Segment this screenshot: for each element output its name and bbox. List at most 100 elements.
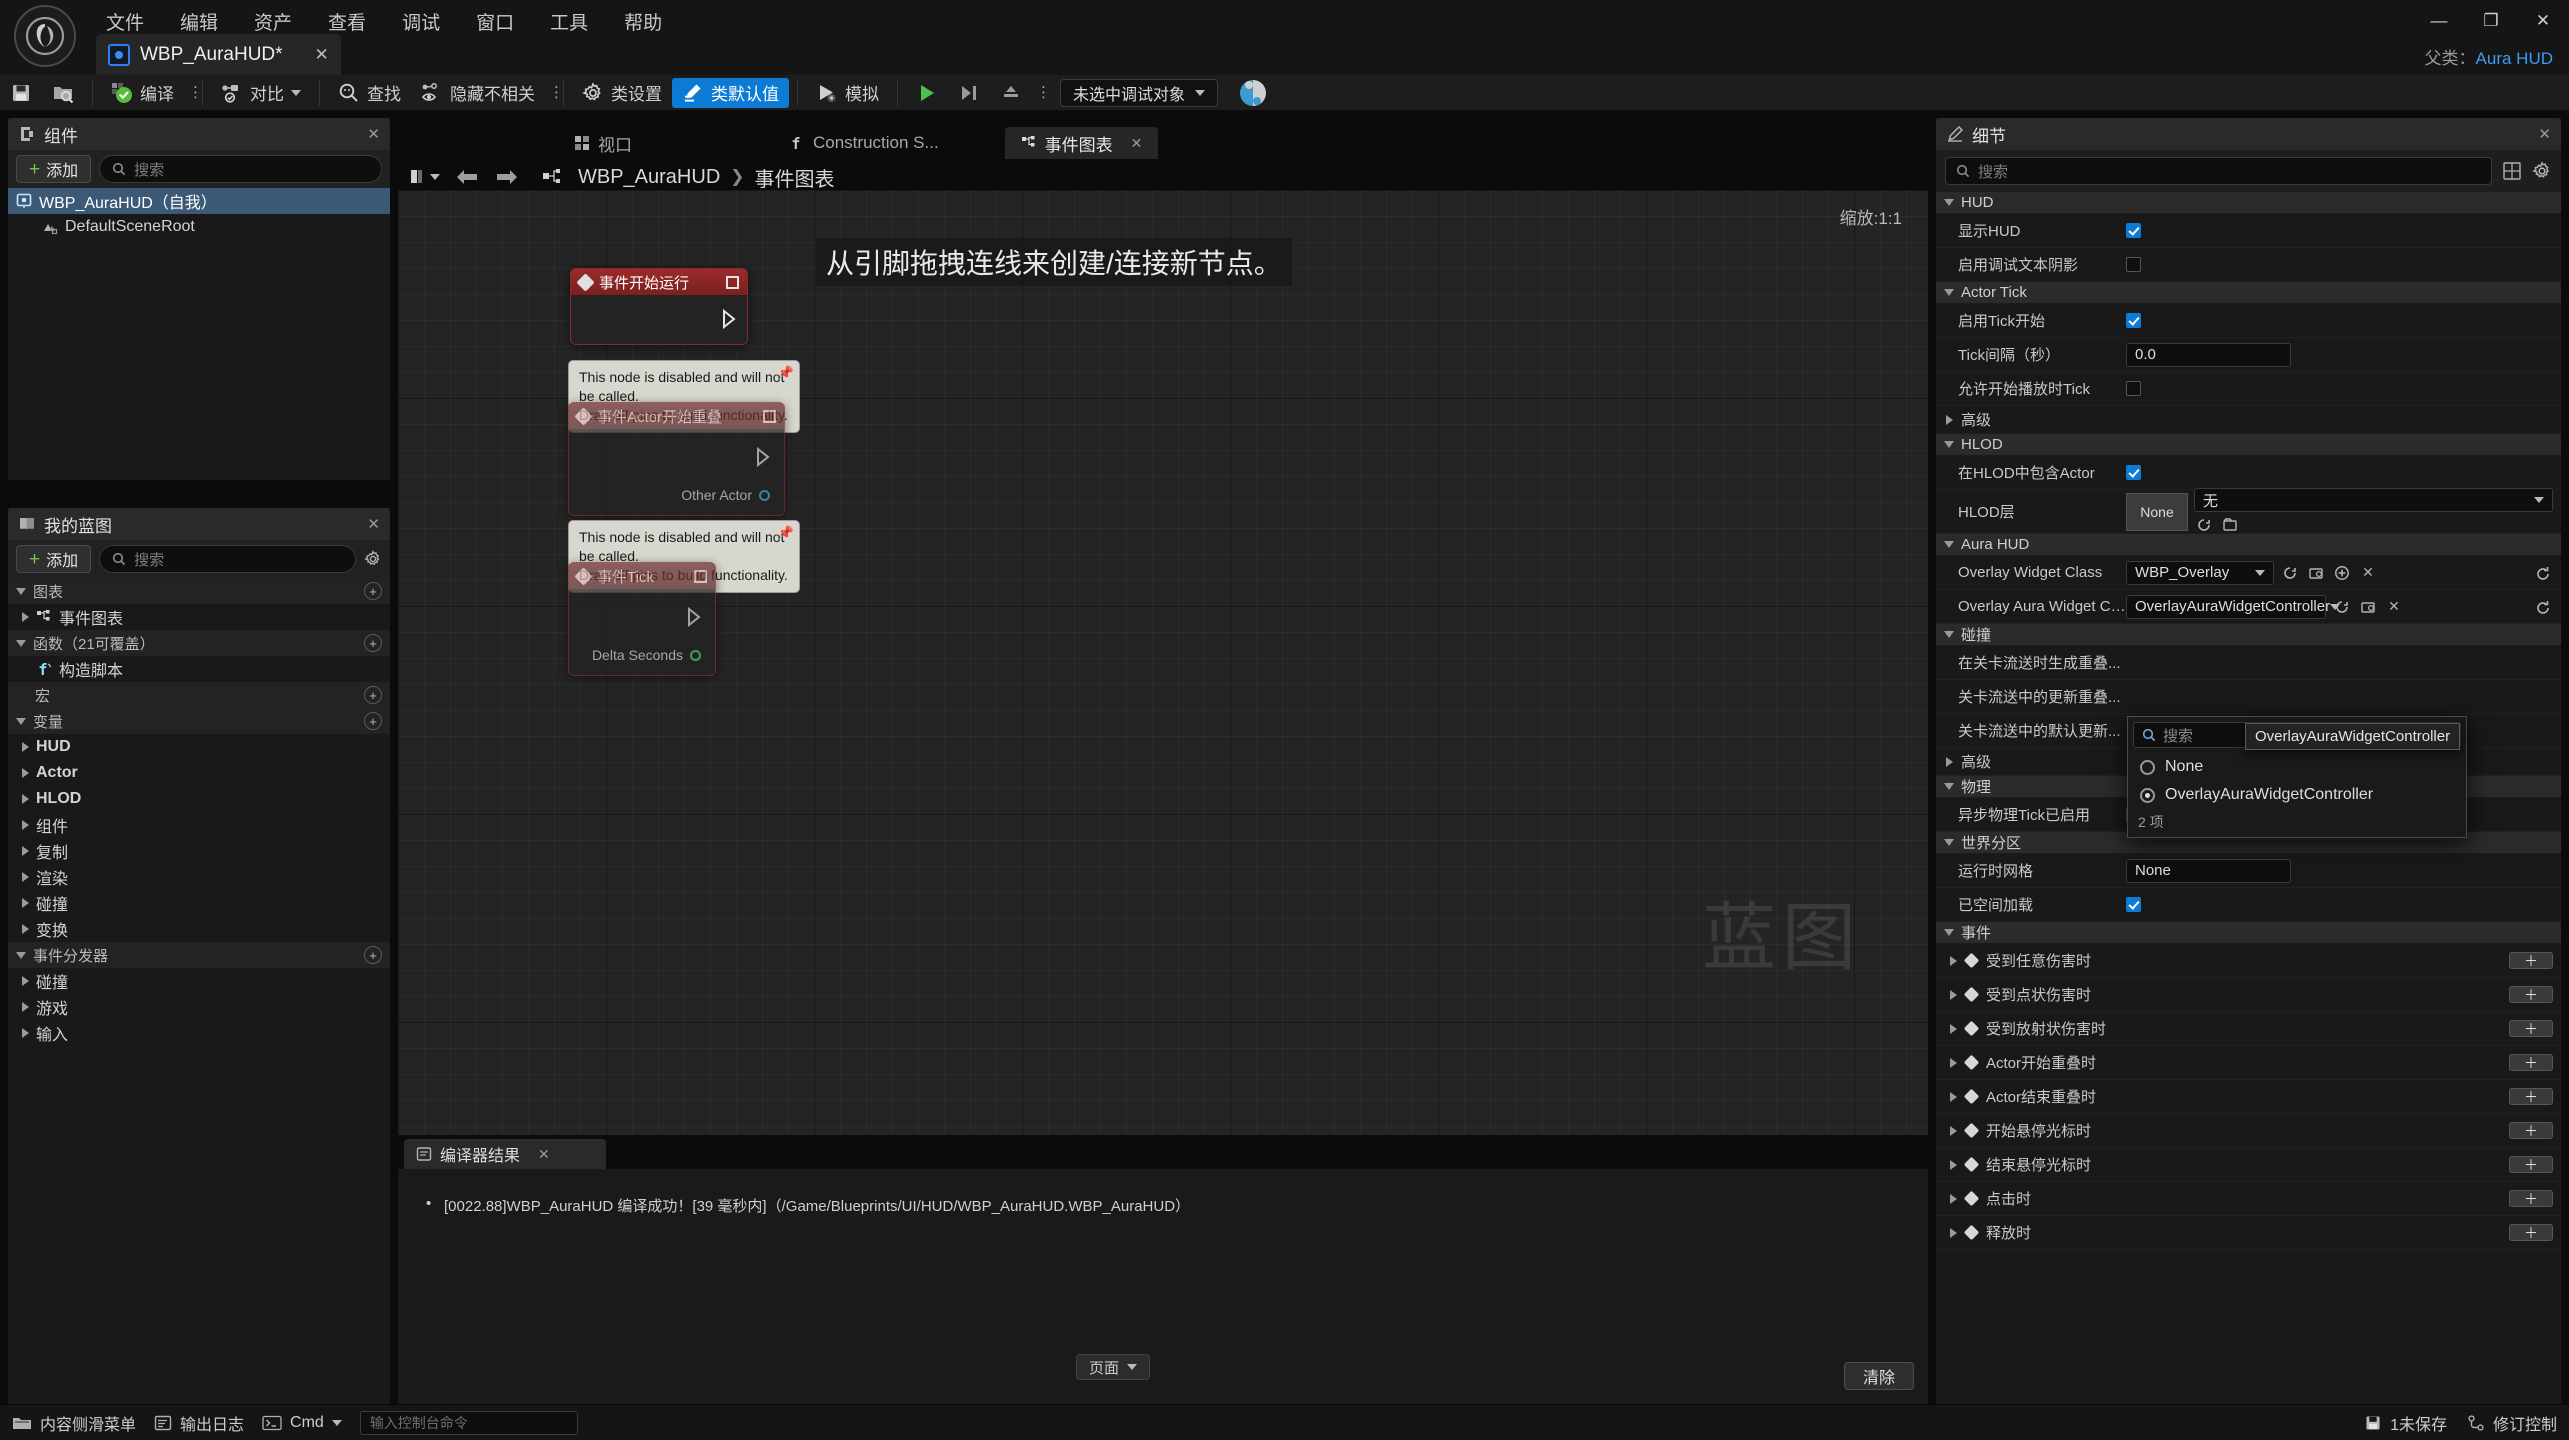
hlod-browse-icon[interactable] bbox=[2194, 515, 2214, 535]
graph-display-options-button[interactable] bbox=[408, 168, 440, 186]
add-component-button[interactable]: + 添加 bbox=[16, 155, 92, 183]
compiler-results-page-chip[interactable]: 页面 bbox=[1076, 1354, 1151, 1380]
variable-category-components[interactable]: 组件 bbox=[8, 812, 390, 838]
components-search-input[interactable]: 搜索 bbox=[99, 155, 382, 183]
variable-category-rendering[interactable]: 渲染 bbox=[8, 864, 390, 890]
chevron-right-icon[interactable] bbox=[22, 872, 29, 882]
breadcrumb-root[interactable]: WBP_AuraHUD bbox=[578, 166, 720, 189]
chevron-right-icon[interactable] bbox=[22, 820, 29, 830]
simulate-button[interactable]: 模拟 bbox=[806, 78, 889, 108]
exec-output-pin[interactable] bbox=[756, 447, 772, 467]
minimize-button[interactable]: — bbox=[2413, 0, 2465, 42]
variable-category-collision[interactable]: 碰撞 bbox=[8, 890, 390, 916]
gear-icon[interactable] bbox=[2532, 161, 2552, 181]
exec-output-pin[interactable] bbox=[687, 607, 703, 627]
clear-asset-icon[interactable]: ✕ bbox=[2384, 597, 2404, 617]
components-panel-tab[interactable]: 组件 ✕ bbox=[8, 118, 390, 150]
chevron-right-icon[interactable] bbox=[1950, 1227, 1957, 1238]
details-search-input[interactable]: 搜索 bbox=[1945, 157, 2492, 185]
my-blueprint-section-event-dispatchers[interactable]: 事件分发器 + bbox=[8, 942, 390, 968]
add-icon[interactable] bbox=[2332, 563, 2352, 583]
maximize-button[interactable]: ❐ bbox=[2465, 0, 2517, 42]
stop-button[interactable] bbox=[990, 78, 1032, 108]
category-aura-hud[interactable]: Aura HUD bbox=[1936, 534, 2561, 556]
chevron-right-icon[interactable] bbox=[22, 742, 29, 752]
menu-item-help[interactable]: 帮助 bbox=[608, 2, 678, 41]
play-options-button[interactable]: ⋮ bbox=[1032, 85, 1051, 100]
category-actor-tick[interactable]: Actor Tick bbox=[1936, 282, 2561, 304]
category-hud[interactable]: HUD bbox=[1936, 192, 2561, 214]
pin-icon[interactable]: 📌 bbox=[778, 364, 794, 382]
close-icon[interactable]: ✕ bbox=[343, 515, 380, 533]
chevron-right-icon[interactable] bbox=[22, 768, 29, 778]
category-events[interactable]: 事件 bbox=[1936, 922, 2561, 944]
node-pin-other-actor[interactable]: Other Actor bbox=[673, 483, 778, 507]
blueprint-graph-canvas[interactable]: 缩放:1:1 从引脚拖拽连线来创建/连接新节点。 蓝图 事件开始运行 📌 Thi… bbox=[398, 190, 1928, 1135]
menu-item-debug[interactable]: 调试 bbox=[386, 2, 456, 41]
console-command-input[interactable]: 输入控制台命令 bbox=[359, 1410, 578, 1435]
variable-category-transform[interactable]: 变换 bbox=[8, 916, 390, 942]
add-event-button[interactable]: ＋ bbox=[2509, 1224, 2553, 1241]
my-blueprint-section-graphs[interactable]: 图表 + bbox=[8, 578, 390, 604]
chevron-right-icon[interactable] bbox=[22, 976, 29, 986]
hide-unrelated-button[interactable]: 隐藏不相关 bbox=[411, 78, 545, 108]
close-icon[interactable]: ✕ bbox=[1131, 135, 1143, 152]
category-collision[interactable]: 碰撞 bbox=[1936, 624, 2561, 646]
step-button[interactable] bbox=[948, 78, 990, 108]
chevron-right-icon[interactable] bbox=[1950, 989, 1957, 1000]
chevron-right-icon[interactable] bbox=[22, 924, 29, 934]
tab-event-graph[interactable]: 事件图表 ✕ bbox=[1004, 127, 1159, 159]
content-drawer-button[interactable]: 内容侧滑菜单 bbox=[12, 1411, 136, 1435]
node-pin-delta-seconds[interactable]: Delta Seconds bbox=[584, 643, 709, 667]
console-command-selector[interactable]: Cmd bbox=[262, 1414, 342, 1432]
save-button[interactable] bbox=[0, 78, 42, 108]
chevron-right-icon[interactable] bbox=[1950, 1125, 1957, 1136]
find-button[interactable]: 查找 bbox=[328, 78, 411, 108]
component-item-default-scene-root[interactable]: DefaultSceneRoot bbox=[8, 214, 390, 240]
add-event-button[interactable]: ＋ bbox=[2509, 986, 2553, 1003]
diff-button[interactable]: 对比 bbox=[211, 78, 311, 108]
checkbox[interactable] bbox=[2126, 313, 2141, 328]
compiler-results-clear-button[interactable]: 清除 bbox=[1843, 1362, 1914, 1390]
tab-viewport[interactable]: 视口 bbox=[558, 127, 648, 159]
play-button[interactable] bbox=[906, 78, 948, 108]
my-blueprint-item-construction-script[interactable]: 构造脚本 bbox=[8, 656, 390, 682]
class-settings-button[interactable]: 类设置 bbox=[572, 78, 672, 108]
my-blueprint-settings-icon[interactable] bbox=[364, 550, 382, 568]
chevron-right-icon[interactable] bbox=[1950, 1193, 1957, 1204]
add-function-button[interactable]: + bbox=[364, 634, 382, 652]
float-pin-icon[interactable] bbox=[690, 649, 701, 661]
hlod-layer-thumbnail[interactable]: None bbox=[2126, 492, 2188, 531]
checkbox[interactable] bbox=[2126, 897, 2141, 912]
chevron-right-icon[interactable] bbox=[1950, 1091, 1957, 1102]
close-icon[interactable]: ✕ bbox=[343, 125, 380, 143]
node-event-begin-play[interactable]: 事件开始运行 bbox=[570, 268, 748, 345]
dispatcher-category-collision[interactable]: 碰撞 bbox=[8, 968, 390, 994]
add-event-button[interactable]: ＋ bbox=[2509, 1122, 2553, 1139]
category-hlod[interactable]: HLOD bbox=[1936, 434, 2561, 456]
add-event-dispatcher-button[interactable]: + bbox=[364, 946, 382, 964]
menu-item-tools[interactable]: 工具 bbox=[534, 2, 604, 41]
unsaved-changes-button[interactable]: 1未保存 bbox=[2364, 1411, 2447, 1435]
graph-forward-button[interactable] bbox=[494, 167, 520, 187]
property-actor-tick-advanced[interactable]: 高级 bbox=[1936, 406, 2561, 434]
compile-button[interactable]: 编译 bbox=[101, 78, 184, 108]
variable-category-hud[interactable]: HUD bbox=[8, 734, 390, 760]
document-tab-wbp-aurahud[interactable]: WBP_AuraHUD* ✕ bbox=[96, 34, 341, 75]
overlay-aura-widget-controller-combo[interactable]: OverlayAuraWidgetController bbox=[2126, 594, 2341, 619]
chevron-right-icon[interactable] bbox=[1950, 1159, 1957, 1170]
pin-icon[interactable]: 📌 bbox=[778, 524, 794, 542]
details-panel-tab[interactable]: 细节 ✕ bbox=[1936, 118, 2561, 150]
add-graph-button[interactable]: + bbox=[364, 582, 382, 600]
breadcrumb-leaf[interactable]: 事件图表 bbox=[755, 163, 835, 192]
class-picker-item-none[interactable]: None bbox=[2128, 753, 2466, 781]
hlod-use-selected-icon[interactable] bbox=[2220, 515, 2240, 535]
dispatcher-category-game[interactable]: 游戏 bbox=[8, 994, 390, 1020]
checkbox[interactable] bbox=[2126, 257, 2141, 272]
chevron-right-icon[interactable] bbox=[22, 846, 29, 856]
graph-back-button[interactable] bbox=[454, 167, 480, 187]
open-asset-icon[interactable] bbox=[2358, 597, 2378, 617]
dispatcher-category-input[interactable]: 输入 bbox=[8, 1020, 390, 1046]
checkbox[interactable] bbox=[2126, 223, 2141, 238]
globe-icon[interactable] bbox=[1240, 79, 1267, 106]
